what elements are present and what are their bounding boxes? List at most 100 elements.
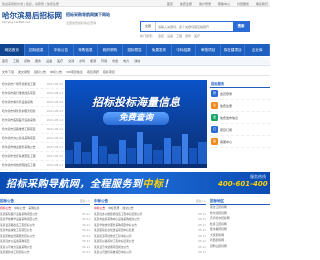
nav-item[interactable]: 审批项目 <box>196 44 221 56</box>
nav-item[interactable]: 拟在建项目 <box>221 44 246 56</box>
subnav-item[interactable]: 交通 <box>68 57 74 65</box>
hot-word[interactable]: 工程 <box>176 34 182 38</box>
tab[interactable]: 中标结果 <box>108 205 119 211</box>
list-item[interactable]: 哈尔滨市供热管网改造工程 2021-05-11 <box>0 161 64 170</box>
list-item[interactable]: 哈尔滨市办公家具采购项目 2021-05-11 <box>0 134 64 143</box>
subnav-item[interactable]: 电力 <box>123 57 129 65</box>
nav-item[interactable]: 采购信息 <box>74 44 99 56</box>
nav-item[interactable]: 政府采购 <box>98 44 123 56</box>
search-category-select[interactable]: 全部 <box>141 22 156 31</box>
subnav-item[interactable]: 通信 <box>134 57 140 65</box>
list-item[interactable]: 哈尔滨市物业服务采购公告 2021-05-11 <box>0 143 64 152</box>
top-link-contact[interactable]: 联系我们 <box>256 2 268 6</box>
list-item[interactable]: 某某市政府采购中心设备采购成交公告 05-11 <box>94 217 206 223</box>
list-item-title: 哈尔滨市广场环境整治工程 <box>2 82 36 86</box>
subnav-item[interactable]: 工程 <box>13 57 19 65</box>
subnav-item[interactable]: 医疗 <box>57 57 63 65</box>
list-item[interactable]: 某某学校食堂服务采购项目中标公告 05-11 <box>94 222 206 228</box>
info-type-item[interactable]: 招标项目 <box>103 68 115 75</box>
item-date: 05-11 <box>82 244 90 249</box>
promo-banner[interactable]: 招标采购导航网，全程服务到中标！ 服务热线 400-601-400 <box>0 172 270 194</box>
hot-word[interactable]: 设备 <box>167 34 173 38</box>
nav-item[interactable]: 招标信息 <box>25 44 50 56</box>
more-link[interactable]: 更多>> <box>196 197 206 204</box>
list-item[interactable]: 哈尔滨市广场环境整治工程 2021-05-11 <box>0 80 64 89</box>
nav-item[interactable]: 招标预告 <box>123 44 148 56</box>
search-input[interactable] <box>156 22 233 31</box>
nav-item[interactable]: 企业库 <box>245 44 271 56</box>
tab[interactable]: 中标公告 <box>14 205 25 211</box>
nav-item[interactable]: 中标公告 <box>49 44 74 56</box>
info-type-item[interactable]: 发文通知 <box>18 68 30 75</box>
list-item[interactable]: 哈尔滨市医院医疗设备采购 2021-05-11 <box>0 116 64 125</box>
list-item-date: 2021-05-11 <box>46 100 63 104</box>
list-item[interactable]: 某某县污水处理项目成交公告 05-11 <box>94 244 206 250</box>
nav-item[interactable]: 免费发布 <box>147 44 172 56</box>
list-item[interactable]: 某某区物业管理服务招标公告 05-11 <box>0 233 90 239</box>
list-item[interactable]: 哈尔滨市监控系统安装工程 2021-05-11 <box>0 152 64 161</box>
list-item[interactable]: 某某医院医疗设备采购项目公告 05-11 <box>0 211 90 217</box>
list-item[interactable]: 某某公司监控系统项目中标公示 05-11 <box>94 250 206 256</box>
info-type-item[interactable]: 中标公告 <box>50 68 62 75</box>
list-item[interactable]: 某某市政绿化工程项目公告 05-11 <box>0 228 90 234</box>
list-item-date: 2021-05-11 <box>46 163 63 167</box>
service-support[interactable]: 客客服中心 <box>210 136 270 148</box>
info-type-item[interactable]: VIP项目信息 <box>66 68 83 75</box>
list-item[interactable]: 哈尔滨市绿化管护服务招标 2021-05-11 <box>0 107 64 116</box>
hero-banner[interactable]: 招标投标海量信息 免费查询 <box>65 80 207 168</box>
subnav-item[interactable]: 水利 <box>79 57 85 65</box>
tab[interactable]: 中标公告 <box>94 205 105 211</box>
list-item[interactable]: 某某学校教学设备采购项目公告 05-11 <box>0 217 90 223</box>
top-link-paid[interactable]: 付费服务 <box>237 2 249 6</box>
search-button[interactable]: 搜索 <box>233 22 249 31</box>
list-item[interactable]: 某某县道路改造工程招标公告 05-11 <box>0 222 90 228</box>
subnav-item[interactable]: 环保 <box>101 57 107 65</box>
banner-subtitle-button[interactable]: 免费查询 <box>103 112 169 125</box>
list-item[interactable]: 某某区公路养护工程中标结果公告 05-11 <box>94 239 206 245</box>
tab[interactable]: 招标公告 <box>0 205 11 211</box>
top-link-login[interactable]: 用户登录 <box>199 2 211 6</box>
region-link[interactable]: 双鸭山招标网 <box>210 244 270 250</box>
list-item[interactable]: 某某局办公楼装修改造工程中标结果公示 05-11 <box>94 211 206 217</box>
service-login[interactable]: 登会员登录 <box>210 88 270 100</box>
subnav-item[interactable]: 能源 <box>90 57 96 65</box>
info-type-item[interactable]: 文件下载 <box>2 68 14 75</box>
service-label: 客服中心 <box>220 139 233 144</box>
list-item-date: 2021-05-11 <box>46 91 63 95</box>
hot-word[interactable]: 监控 <box>158 34 164 38</box>
list-item[interactable]: 某某医院信息化建设项目中标结果 05-11 <box>94 228 206 234</box>
service-publish[interactable]: 发免费发布信息 <box>210 112 270 124</box>
hot-word[interactable]: 装修 <box>185 34 191 38</box>
nav-item[interactable]: 中标结果 <box>172 44 197 56</box>
list-item[interactable]: 哈尔滨市教育局设备采购 2021-05-11 <box>0 98 64 107</box>
subnav-item[interactable]: 货物 <box>24 57 30 65</box>
subnav-item[interactable]: 首页 <box>2 57 8 65</box>
list-item[interactable]: 某某镇供水工程招标公告 05-11 <box>0 250 90 256</box>
tab[interactable]: 成交公告 <box>122 205 133 211</box>
nav-item-home[interactable]: 网站首页 <box>0 44 25 56</box>
list-item[interactable]: 某某公司电力设备采购公告 05-11 <box>0 244 90 250</box>
item-title: 某某公司监控系统项目中标公示 <box>94 250 132 255</box>
service-register[interactable]: 注免费注册 <box>210 100 270 112</box>
top-link-help[interactable]: 帮助中心 <box>218 2 230 6</box>
subnav-item[interactable]: 市政 <box>112 57 118 65</box>
list-item[interactable]: 某某街道环境整治工程中标公示 05-11 <box>94 233 206 239</box>
tab[interactable]: 采购信息 <box>28 205 39 211</box>
section-title: 招标地区 <box>210 197 270 205</box>
service-subscribe[interactable]: 订项目订阅 <box>210 124 270 136</box>
top-link-home[interactable]: 首页 <box>167 2 173 6</box>
more-link[interactable]: 更多>> <box>80 197 90 204</box>
top-link-register[interactable]: 免费注册 <box>180 2 192 6</box>
info-type-item[interactable]: 项目调研 <box>87 68 99 75</box>
subnav-item[interactable]: 设备 <box>46 57 52 65</box>
list-item[interactable]: 哈尔滨市路灯维修改造项目 2021-05-11 <box>0 89 64 98</box>
list-item[interactable]: 哈尔滨市道路维修工程项目 2021-05-11 <box>0 125 64 134</box>
latest-list: 哈尔滨市广场环境整治工程 2021-05-11 哈尔滨市路灯维修改造项目 2021-… <box>0 80 64 170</box>
info-type-item[interactable]: 招标公告 <box>34 68 46 75</box>
hot-word[interactable]: 医疗 <box>194 34 200 38</box>
site-logo[interactable]: 哈尔滨易后招标网 hbcybg.cbi360.net <box>2 11 62 24</box>
item-title: 某某局办公设备采购项目 <box>0 239 30 244</box>
subnav-item[interactable]: 服务 <box>35 57 41 65</box>
list-item[interactable]: 某某局办公设备采购项目 05-11 <box>0 239 90 245</box>
hot-words-label: 热门搜索： <box>140 34 156 38</box>
